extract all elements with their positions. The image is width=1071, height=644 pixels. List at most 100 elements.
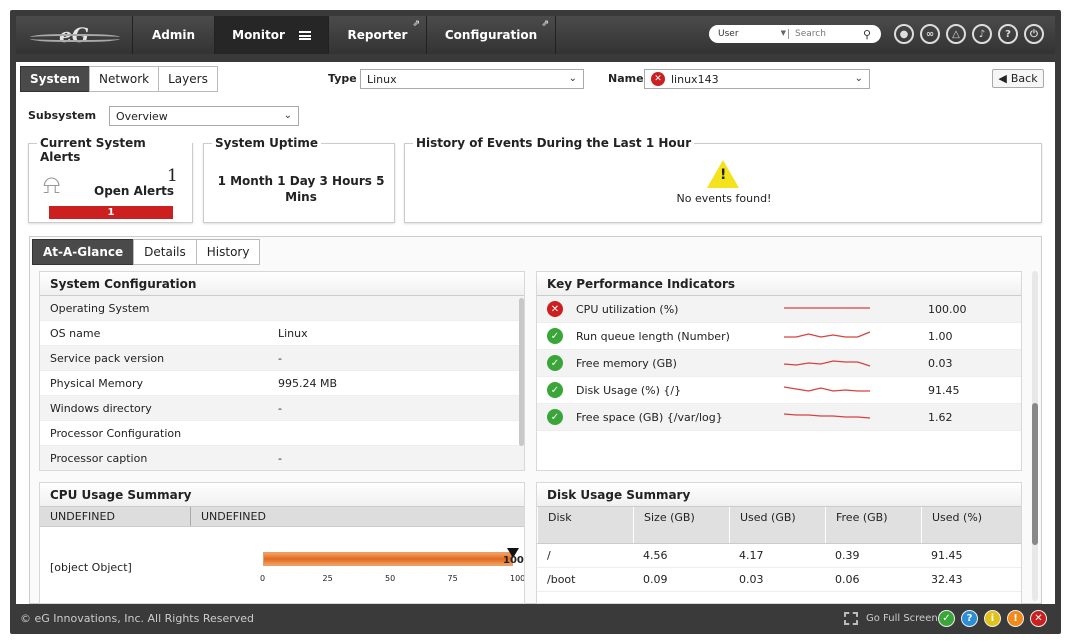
bell-icon[interactable]: ♪ xyxy=(972,24,992,44)
config-key: Processor caption xyxy=(50,451,148,465)
tab-network[interactable]: Network xyxy=(89,66,160,92)
user-search-box: User Search ⚲ xyxy=(709,25,881,43)
kpi-row[interactable]: ✕ CPU utilization (%) 100.00 xyxy=(537,296,1021,323)
critical-status-icon[interactable]: ✕ xyxy=(1030,610,1047,627)
system-configuration-table: Operating System OS name Linux Service pack… xyxy=(40,296,524,470)
back-button[interactable]: ◀ Back xyxy=(992,69,1044,88)
sparkline-path xyxy=(783,360,871,367)
tab-at-a-glance[interactable]: At-A-Glance xyxy=(32,239,135,265)
back-arrow-icon: ◀ xyxy=(998,72,1007,85)
warning-icon: ! xyxy=(707,160,739,188)
disk-cell: 91.45 xyxy=(931,549,963,562)
kpi-name: Free memory (GB) xyxy=(576,356,677,370)
system-uptime-title: System Uptime xyxy=(212,136,321,150)
alerts-bar[interactable]: 1 xyxy=(49,206,173,219)
bell-icon: ⍾ xyxy=(43,170,61,200)
tab-history[interactable]: History xyxy=(195,239,261,265)
event-history-title: History of Events During the Last 1 Hour xyxy=(413,136,695,150)
ok-check-icon: ✓ xyxy=(547,409,563,425)
fullscreen-label[interactable]: Go Full Screen xyxy=(866,613,938,624)
search-icon[interactable]: ⚲ xyxy=(863,28,881,41)
kpi-value: 0.03 xyxy=(928,356,953,370)
section-scrollbar-thumb[interactable] xyxy=(1032,403,1038,545)
config-row: Windows directory - xyxy=(40,396,524,421)
tab-details[interactable]: Details xyxy=(133,239,197,265)
user-select[interactable]: User xyxy=(709,29,789,39)
search-input[interactable]: Search xyxy=(789,29,863,39)
nav-monitor-label: Monitor xyxy=(232,28,285,42)
warning-status-icon[interactable]: ! xyxy=(1007,610,1024,627)
kpi-name: Run queue length (Number) xyxy=(576,329,730,343)
power-icon[interactable]: ⏻ xyxy=(1024,24,1044,44)
nav-reporter[interactable]: Reporter ⇗ xyxy=(328,16,426,54)
menu-icon[interactable] xyxy=(298,30,311,40)
config-row: Processor Configuration xyxy=(40,421,524,446)
error-status-icon: ✕ xyxy=(651,72,665,86)
name-label: Name xyxy=(608,72,644,85)
ok-check-icon: ✓ xyxy=(547,382,563,398)
nav-configuration[interactable]: Configuration ⇗ xyxy=(426,16,556,54)
ok-status-icon[interactable]: ✓ xyxy=(938,610,955,627)
ok-check-icon: ✓ xyxy=(547,328,563,344)
disk-cell: 32.43 xyxy=(931,573,963,586)
external-link-icon: ⇗ xyxy=(412,19,420,29)
subsystem-value: Overview xyxy=(116,109,168,123)
nav-configuration-label: Configuration xyxy=(444,28,538,42)
user-icon[interactable]: ● xyxy=(894,24,914,44)
nav-monitor[interactable]: Monitor xyxy=(214,16,328,54)
kpi-row[interactable]: ✓ Run queue length (Number) 1.00 xyxy=(537,323,1021,350)
kpi-name: Free space (GB) {/var/log} xyxy=(576,410,723,424)
link-icon[interactable]: ∞ xyxy=(920,24,940,44)
kpi-sparkline xyxy=(783,413,871,419)
config-row: Physical Memory 995.24 MB xyxy=(40,371,524,396)
config-key: Service pack version xyxy=(50,351,165,365)
chevron-down-icon: ⌄ xyxy=(283,110,292,121)
disk-header-cell: Used (%) xyxy=(921,507,1017,543)
config-value: - xyxy=(278,451,282,465)
tab-layers[interactable]: Layers xyxy=(158,66,218,92)
kpi-sparkline xyxy=(783,360,871,367)
error-x-icon: ✕ xyxy=(547,301,563,317)
alert-triangle-icon[interactable]: △ xyxy=(946,24,966,44)
open-alerts-label[interactable]: Open Alerts xyxy=(94,184,174,198)
eg-logo[interactable]: eG xyxy=(16,16,132,54)
kpi-row[interactable]: ✓ Disk Usage (%) {/} 91.45 xyxy=(537,377,1021,404)
disk-cell: 0.39 xyxy=(835,549,860,562)
name-select[interactable]: ✕ linux143 ⌄ xyxy=(644,69,870,89)
help-status-icon[interactable]: ? xyxy=(961,610,978,627)
config-value: Linux xyxy=(278,326,308,340)
config-row: Service pack version - xyxy=(40,346,524,371)
gauge-track xyxy=(263,552,513,566)
cpu-row-label: [object Object] xyxy=(50,561,132,574)
config-scrollbar[interactable] xyxy=(519,298,524,446)
nav-reporter-label: Reporter xyxy=(347,28,408,42)
tab-system[interactable]: System xyxy=(20,66,90,92)
kpi-row[interactable]: ✓ Free memory (GB) 0.03 xyxy=(537,350,1021,377)
help-icon[interactable]: ? xyxy=(998,24,1018,44)
system-configuration-title: System Configuration xyxy=(40,272,524,296)
kpi-box: Key Performance Indicators ✕ CPU utilizat… xyxy=(536,271,1022,471)
copyright-text: © eG Innovations, Inc. All Rights Reserv… xyxy=(20,611,255,625)
type-select[interactable]: Linux ⌄ xyxy=(360,69,584,89)
subsystem-label: Subsystem xyxy=(28,109,97,122)
config-key: OS name xyxy=(50,326,101,340)
kpi-value: 1.62 xyxy=(928,410,953,424)
external-link-icon: ⇗ xyxy=(541,19,549,29)
at-a-glance-section: At-A-Glance Details History System Confi… xyxy=(29,236,1042,604)
system-configuration-box: System Configuration Operating System OS … xyxy=(39,271,525,471)
kpi-name: Disk Usage (%) {/} xyxy=(576,383,682,397)
ok-check-icon: ✓ xyxy=(547,355,563,371)
nav-admin[interactable]: Admin xyxy=(132,16,214,54)
event-history-panel: History of Events During the Last 1 Hour… xyxy=(404,136,1042,223)
kpi-row[interactable]: ✓ Free space (GB) {/var/log} 1.62 xyxy=(537,404,1021,431)
no-events-message: No events found! xyxy=(676,192,772,205)
fullscreen-icon[interactable] xyxy=(844,612,858,625)
config-value: 995.24 MB xyxy=(278,376,338,390)
subsystem-select[interactable]: Overview ⌄ xyxy=(109,106,299,126)
system-uptime-panel: System Uptime 1 Month 1 Day 3 Hours 5 Mi… xyxy=(203,136,395,223)
gauge-tick-label: 50 xyxy=(385,574,396,583)
config-value: - xyxy=(278,401,282,415)
chevron-down-icon: ⌄ xyxy=(568,73,577,84)
info-status-icon[interactable]: i xyxy=(984,610,1001,627)
current-alerts-title: Current System Alerts xyxy=(37,136,192,164)
